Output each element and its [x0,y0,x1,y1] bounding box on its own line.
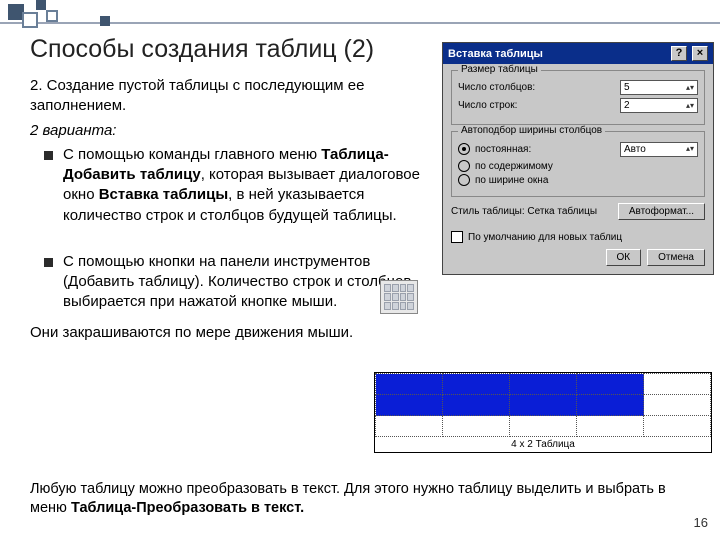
content-block: 2. Создание пустой таблицы с последующим… [30,76,430,343]
bullet-marker-icon [44,258,53,267]
radio-window[interactable]: по ширине окна [458,174,698,186]
bullet2-text: С помощью кнопки на панели инструментов … [63,252,430,313]
intro-text: 2. Создание пустой таблицы с последующим… [30,76,430,117]
rows-label: Число строк: [458,100,517,111]
insert-table-toolbar-icon[interactable] [380,280,418,314]
fixed-width-combo[interactable]: Авто▴▾ [620,142,698,157]
page-number: 16 [694,515,708,530]
radio-fixed[interactable]: постоянная: [458,143,531,155]
dialog-titlebar: Вставка таблицы ? × [443,43,713,64]
footer-note: Любую таблицу можно преобразовать в текс… [30,480,690,518]
rows-spinner[interactable]: 2▴▾ [620,98,698,113]
cols-label: Число столбцов: [458,82,535,93]
radio-content[interactable]: по содержимому [458,160,698,172]
bullet-marker-icon [44,151,53,160]
autoformat-button[interactable]: Автоформат... [618,203,705,220]
footer-bold: Таблица-Преобразовать в текст. [71,500,304,516]
variants-label: 2 варианта: [30,121,430,141]
ok-button[interactable]: ОК [606,249,642,266]
bullet1-bold2: Вставка таблицы [99,186,228,203]
bullet2-tail: Они закрашиваются по мере движения мыши. [30,323,430,343]
help-icon[interactable]: ? [671,46,687,61]
close-icon[interactable]: × [692,46,708,61]
bullet1-text: С помощью команды главного меню [63,146,321,163]
table-size-selector[interactable]: 4 x 2 Таблица [374,372,712,453]
group-size-title: Размер таблицы [458,64,541,75]
group-size: Размер таблицы Число столбцов: 5▴▾ Число… [451,70,705,125]
bullet-2: С помощью кнопки на панели инструментов … [30,252,430,313]
group-autofit-title: Автоподбор ширины столбцов [458,125,605,136]
dialog-title: Вставка таблицы [448,48,543,60]
group-autofit: Автоподбор ширины столбцов постоянная: А… [451,131,705,197]
selector-caption: 4 x 2 Таблица [375,437,711,452]
insert-table-dialog: Вставка таблицы ? × Размер таблицы Число… [442,42,714,275]
default-checkbox[interactable]: По умолчанию для новых таблиц [451,231,705,243]
bullet-1: С помощью команды главного меню Таблица-… [30,145,430,226]
cols-spinner[interactable]: 5▴▾ [620,80,698,95]
style-label: Стиль таблицы: Сетка таблицы [451,206,597,217]
cancel-button[interactable]: Отмена [647,249,705,266]
